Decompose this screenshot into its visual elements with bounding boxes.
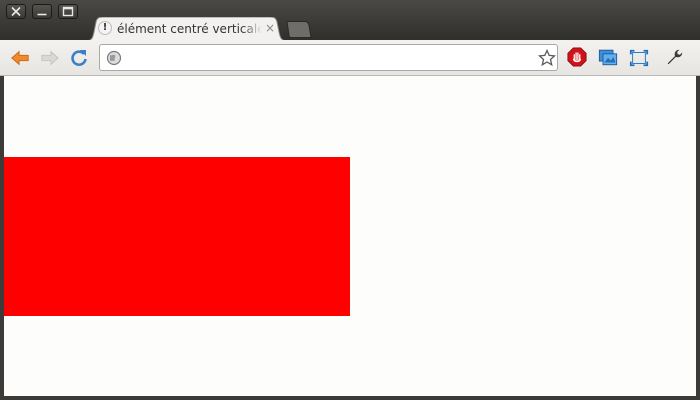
forward-icon[interactable] [40, 48, 60, 68]
tab-close-button[interactable]: × [264, 21, 276, 35]
page-viewport [4, 76, 696, 396]
screenshot-icon[interactable] [598, 47, 618, 67]
tab-active[interactable]: ! élément centré verticalement × [86, 17, 287, 41]
wrench-icon[interactable] [664, 47, 684, 67]
address-bar[interactable] [99, 44, 558, 71]
close-icon [11, 6, 21, 17]
window-maximize-button[interactable] [58, 4, 78, 19]
reload-icon[interactable] [69, 48, 89, 68]
back-icon[interactable] [10, 48, 30, 68]
tab-strip: ! élément centré verticalement × [0, 0, 700, 41]
window-close-button[interactable] [6, 4, 26, 19]
toolbar [0, 40, 700, 76]
minimize-icon [37, 13, 47, 16]
tab-title: élément centré verticalement [117, 22, 261, 36]
window-minimize-button[interactable] [32, 4, 52, 19]
maximize-icon [62, 6, 74, 17]
browser-window: ! élément centré verticalement × [0, 0, 700, 400]
tab-title-fade [242, 20, 262, 38]
adblock-icon[interactable] [567, 47, 587, 67]
globe-icon [106, 50, 122, 66]
vertically-centered-box [4, 157, 350, 316]
bookmark-star-icon[interactable] [538, 49, 556, 67]
favicon-icon: ! [98, 21, 112, 35]
address-input[interactable] [128, 49, 528, 66]
new-tab-button[interactable] [286, 21, 312, 38]
fullscreen-icon[interactable] [629, 48, 649, 68]
